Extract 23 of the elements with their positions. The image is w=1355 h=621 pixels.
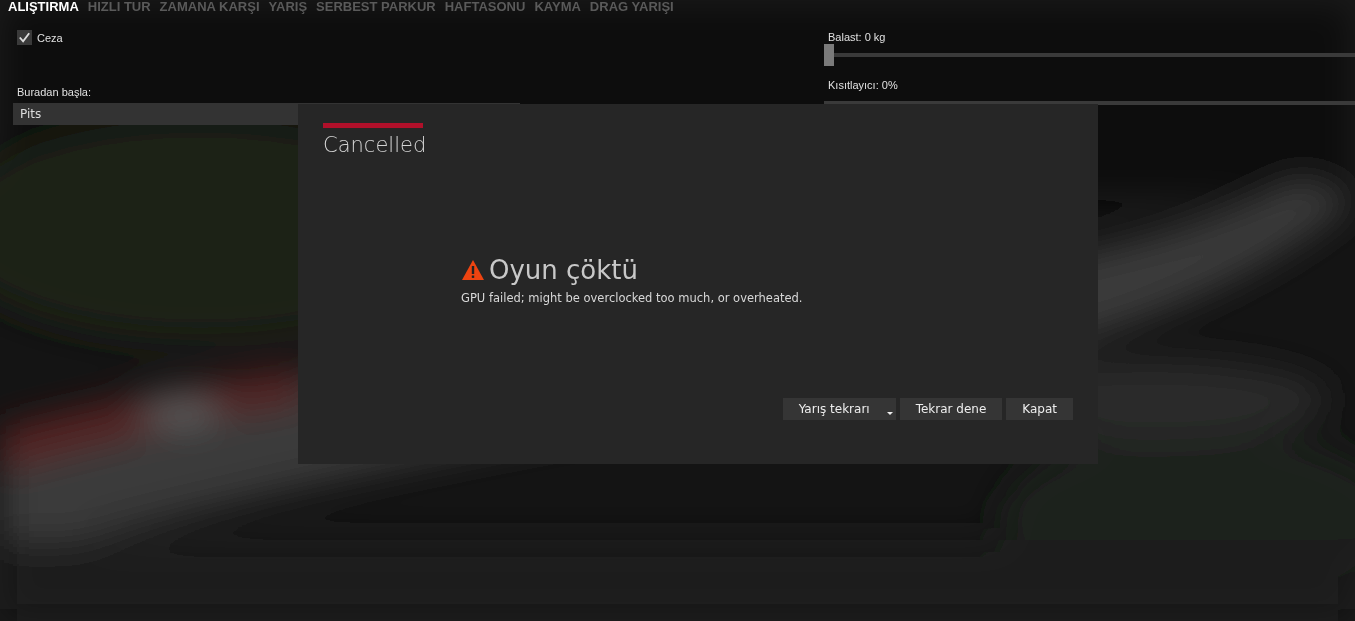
error-heading: Oyun çöktü bbox=[489, 255, 638, 285]
checkbox[interactable] bbox=[17, 30, 32, 45]
mode-tab[interactable]: ZAMANA KARŞI bbox=[159, 0, 260, 18]
dialog-title: Cancelled bbox=[323, 133, 428, 157]
warning-icon bbox=[461, 259, 485, 281]
checkbox-label: Ceza bbox=[37, 31, 63, 44]
slider-label: Balast: 0 kg bbox=[827, 31, 887, 43]
slider-thumb[interactable] bbox=[824, 44, 834, 66]
mode-tab[interactable]: HAFTASONU bbox=[444, 0, 526, 18]
slider[interactable] bbox=[824, 44, 1355, 66]
dialog-button[interactable]: Tekrar dene bbox=[899, 398, 1003, 420]
mode-tab[interactable]: KAYMA bbox=[534, 0, 581, 18]
mode-tab[interactable]: DRAG YARIŞI bbox=[589, 0, 674, 18]
mode-tab[interactable]: ALIŞTIRMA bbox=[8, 0, 79, 18]
mode-tab[interactable]: HIZLI TUR bbox=[87, 0, 151, 18]
caret-icon[interactable] bbox=[886, 412, 893, 415]
field-label: Buradan başla: bbox=[16, 86, 92, 98]
split-button[interactable]: Yarış tekrarı bbox=[782, 398, 896, 420]
mode-tab[interactable]: YARIŞ bbox=[268, 0, 308, 18]
dialog-button[interactable]: Kapat bbox=[1006, 398, 1073, 420]
mode-tab[interactable]: SERBEST PARKUR bbox=[316, 0, 436, 18]
slider-label: Kısıtlayıcı: 0% bbox=[827, 79, 899, 91]
error-message: GPU failed; might be overclocked too much, or overheated. bbox=[461, 291, 804, 305]
